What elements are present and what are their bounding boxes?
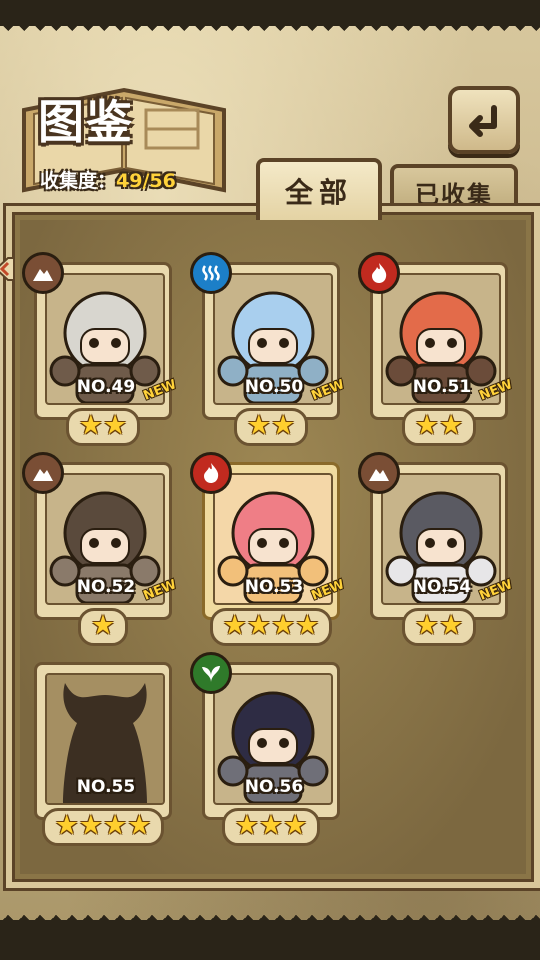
plant-icon [190,652,232,694]
card-frame: NO.55 [34,662,172,820]
star-plate: ★★★ [221,808,321,846]
rarity-stars: ★★ [414,610,464,641]
rarity-stars: ★★★★ [222,610,320,641]
rarity-stars: ★ [90,610,116,641]
rarity-stars: ★★★ [234,810,308,841]
monster-card[interactable]: NO.49 NEW ★★ [22,252,179,446]
tab-all[interactable]: 全部 [256,158,382,220]
earth-icon [22,452,64,494]
progress-label: 收集度： [40,170,117,192]
star-plate: ★★ [401,608,477,646]
monster-card[interactable]: NO.50 NEW ★★ [190,252,347,446]
monster-card[interactable]: NO.54 NEW ★★ [358,452,515,646]
star-plate: ★ [77,608,129,646]
monster-card[interactable]: NO.53 NEW ★★★★ [190,452,347,646]
rarity-stars: ★★ [414,410,464,441]
earth-icon [22,252,64,294]
star-rating: ★★ [370,608,508,646]
monster-card[interactable]: NO.55 ★★★★ [34,662,172,846]
top-border [0,0,540,36]
progress-value: 49/56 [116,170,176,192]
rarity-stars: ★★★★ [54,810,152,841]
rarity-stars: ★★ [78,410,128,441]
earth-icon [358,452,400,494]
monster-card[interactable]: NO.52 NEW ★ [22,452,179,646]
star-rating: ★ [34,608,172,646]
card-number: NO.55 [76,777,136,797]
card-number: NO.56 [244,777,304,797]
star-plate: ★★ [65,408,141,446]
fire-icon [358,252,400,294]
back-button[interactable] [448,86,520,154]
bottom-border [0,910,540,960]
water-icon [190,252,232,294]
star-plate: ★★★★ [41,808,165,846]
rarity-stars: ★★ [246,410,296,441]
monster-card[interactable]: NO.56 ★★★ [190,652,340,846]
star-rating: ★★ [34,408,172,446]
monster-card[interactable]: NO.51 NEW ★★ [358,252,515,446]
star-rating: ★★★★ [202,608,340,646]
back-arrow-icon [469,105,497,137]
left-scroll-arrow-icon[interactable] [0,256,16,282]
star-rating: ★★★ [202,808,340,846]
star-plate: ★★ [233,408,309,446]
star-plate: ★★ [401,408,477,446]
collection-progress: 收集度：49/56 [40,166,176,193]
star-plate: ★★★★ [209,608,333,646]
fire-icon [190,452,232,494]
star-rating: ★★ [202,408,340,446]
page-title: 图鉴 [38,95,134,149]
star-rating: ★★★★ [34,808,172,846]
star-rating: ★★ [370,408,508,446]
